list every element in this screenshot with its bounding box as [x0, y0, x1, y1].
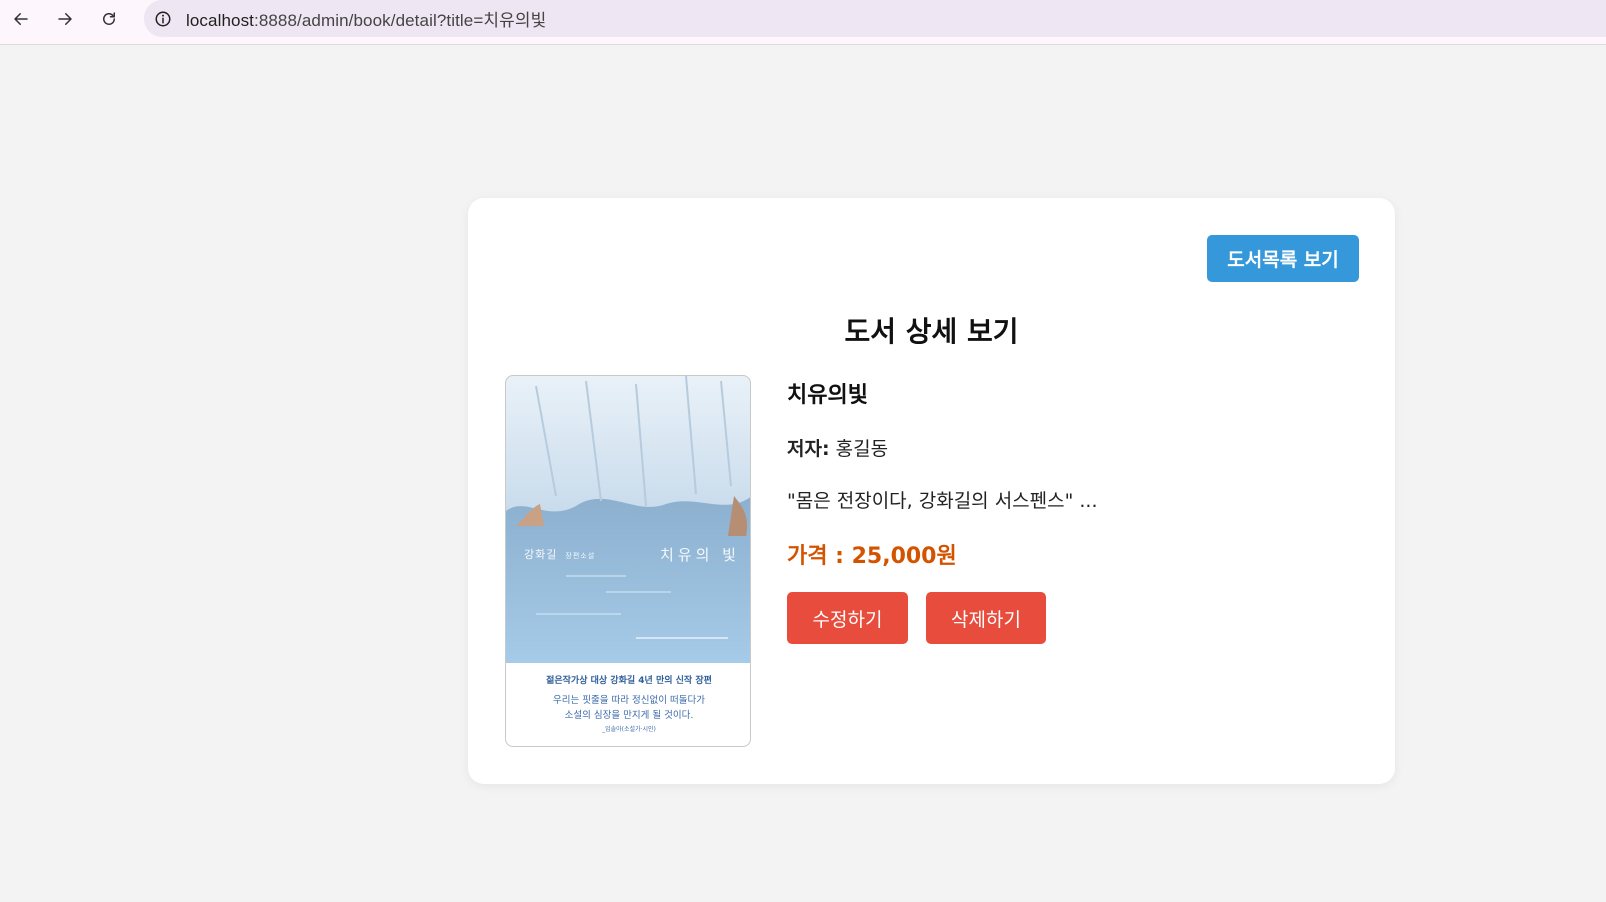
reload-button[interactable]	[94, 4, 124, 34]
cover-author: 강화길 장편소설	[524, 546, 595, 562]
book-info: 치유의빛 저자: 홍길동 "몸은 전장이다, 강화길의 서스펜스" ... 가격…	[787, 375, 1347, 644]
author-name: 홍길동	[835, 438, 889, 460]
forward-button[interactable]	[50, 4, 80, 34]
url-path: :8888/admin/book/detail?title=치유의빛	[254, 11, 547, 30]
cover-title: 치유의 빛	[660, 546, 740, 564]
url-host: localhost	[186, 11, 254, 30]
author-line: 저자: 홍길동	[787, 434, 1347, 461]
book-description: "몸은 전장이다, 강화길의 서스펜스" ...	[787, 490, 1098, 512]
author-label: 저자:	[787, 438, 830, 460]
cover-quote-line: 우리는 핏줄을 따라 정신없이 떠돌다가	[553, 695, 705, 706]
back-button[interactable]	[6, 4, 36, 34]
action-buttons: 수정하기 삭제하기	[787, 592, 1347, 644]
page-title: 도서 상세 보기	[844, 315, 1019, 348]
book-price: 가격 : 25,000원	[787, 544, 957, 569]
book-list-button[interactable]: 도서목록 보기	[1207, 235, 1359, 282]
arrow-left-icon	[14, 13, 28, 25]
address-bar[interactable]: localhost:8888/admin/book/detail?title=치…	[144, 0, 1606, 37]
cover-quote: 우리는 핏줄을 따라 정신없이 떠돌다가 소설의 심장을 만지게 될 것이다.	[506, 693, 750, 723]
reload-icon	[103, 12, 115, 25]
info-icon[interactable]	[152, 8, 174, 30]
cover-tagline: 젊은작가상 대상 강화길 4년 만의 신작 장편	[546, 676, 712, 686]
arrow-right-icon	[58, 13, 72, 25]
edit-button[interactable]: 수정하기	[787, 592, 908, 644]
book-cover-image: 강화길 장편소설 치유의 빛 젊은작가상 대상 강화길 4년 만의 신작 장편 우…	[505, 375, 751, 747]
cover-quote-line: 소설의 심장을 만지게 될 것이다.	[564, 710, 694, 721]
cover-blurb: 젊은작가상 대상 강화길 4년 만의 신작 장편 우리는 핏줄을 따라 정신없이…	[506, 663, 750, 746]
book-title: 치유의빛	[787, 383, 868, 408]
cover-author-name: 강화길	[524, 548, 558, 561]
delete-button[interactable]: 삭제하기	[926, 592, 1046, 644]
cover-illustration	[506, 376, 750, 663]
book-detail-card: 도서목록 보기 도서 상세 보기 강화길 장편소설 치유의 빛 젊은작가상 대상…	[468, 198, 1395, 784]
cover-signature: _임솔아(소설가·시인)	[602, 726, 656, 733]
cover-genre: 장편소설	[565, 552, 596, 560]
url-text[interactable]: localhost:8888/admin/book/detail?title=치…	[186, 6, 546, 31]
browser-toolbar: localhost:8888/admin/book/detail?title=치…	[0, 0, 1606, 45]
